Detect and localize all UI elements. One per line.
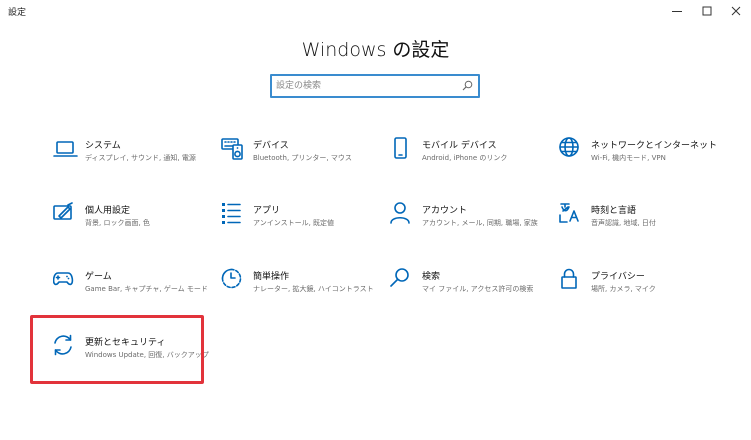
title-bar: 設定 xyxy=(0,0,751,22)
tile-description: ナレーター, 拡大鏡, ハイコントラスト xyxy=(253,285,374,293)
tile-personalization[interactable]: 個人用設定 背景, ロック画面, 色 xyxy=(53,202,233,258)
window-title: 設定 xyxy=(8,8,27,18)
tile-description: 音声認識, 地域, 日付 xyxy=(591,219,656,227)
tile-title: アカウント xyxy=(422,206,468,216)
tile-description: Wi-Fi, 機内モード, VPN xyxy=(591,154,666,162)
phone-icon xyxy=(394,137,407,159)
tile-description: ディスプレイ, サウンド, 通知, 電源 xyxy=(85,154,196,162)
tile-title: デバイス xyxy=(253,141,289,151)
personalization-icon xyxy=(53,202,73,220)
tile-privacy[interactable]: プライバシー 場所, カメラ, マイク xyxy=(559,268,739,324)
search-input[interactable] xyxy=(276,78,456,94)
tile-title: ネットワークとインターネット xyxy=(591,141,718,151)
tile-description: Bluetooth, プリンター, マウス xyxy=(253,154,352,162)
tile-description: Android, iPhone のリンク xyxy=(422,154,508,162)
settings-search-box[interactable] xyxy=(270,74,480,98)
person-icon xyxy=(390,202,410,224)
search-icon[interactable] xyxy=(462,80,473,91)
tile-title: システム xyxy=(85,141,121,151)
tile-network[interactable]: ネットワークとインターネット Wi-Fi, 機内モード, VPN xyxy=(559,137,739,193)
close-button[interactable] xyxy=(721,0,751,22)
tile-description: 背景, ロック画面, 色 xyxy=(85,219,150,227)
keyboard-speaker-icon xyxy=(221,138,243,160)
tile-time-language[interactable]: 時刻と言語 音声認識, 地域, 日付 xyxy=(559,202,739,258)
tile-mobile-devices[interactable]: モバイル デバイス Android, iPhone のリンク xyxy=(390,137,570,193)
minimize-icon xyxy=(672,11,682,12)
gamepad-icon xyxy=(53,272,74,286)
tile-title: 時刻と言語 xyxy=(591,206,637,216)
tile-devices[interactable]: デバイス Bluetooth, プリンター, マウス xyxy=(221,137,401,193)
globe-icon xyxy=(559,137,579,157)
tile-description: Game Bar, キャプチャ, ゲーム モード xyxy=(85,285,208,293)
time-language-icon xyxy=(559,203,579,223)
highlight-box xyxy=(30,315,204,384)
tile-description: アンインストール, 既定値 xyxy=(253,219,335,227)
maximize-icon xyxy=(702,6,712,16)
tile-description: 場所, カメラ, マイク xyxy=(591,285,656,293)
tile-title: プライバシー xyxy=(591,272,645,282)
tile-apps[interactable]: アプリ アンインストール, 既定値 xyxy=(221,202,401,258)
tile-description: アカウント, メール, 同期, 職場, 家族 xyxy=(422,219,538,227)
search-magnifier-icon xyxy=(390,268,409,287)
tile-system[interactable]: システム ディスプレイ, サウンド, 通知, 電源 xyxy=(53,137,233,193)
page-title: Windows の設定 xyxy=(301,39,450,61)
apps-list-icon xyxy=(222,203,241,224)
laptop-icon xyxy=(53,141,78,157)
tile-title: 個人用設定 xyxy=(85,206,131,216)
tile-title: モバイル デバイス xyxy=(422,141,497,151)
ease-of-access-icon xyxy=(221,268,242,289)
tile-search[interactable]: 検索 マイ ファイル, アクセス許可の検索 xyxy=(390,268,570,324)
close-icon xyxy=(731,6,741,16)
tile-title: アプリ xyxy=(253,206,281,216)
minimize-button[interactable] xyxy=(662,0,692,22)
tile-title: 検索 xyxy=(422,272,441,282)
lock-icon xyxy=(561,268,577,289)
tile-description: マイ ファイル, アクセス許可の検索 xyxy=(422,285,534,293)
tile-accounts[interactable]: アカウント アカウント, メール, 同期, 職場, 家族 xyxy=(390,202,570,258)
tile-ease-of-access[interactable]: 簡単操作 ナレーター, 拡大鏡, ハイコントラスト xyxy=(221,268,401,324)
maximize-button[interactable] xyxy=(692,0,722,22)
tile-title: ゲーム xyxy=(85,272,112,282)
tile-title: 簡単操作 xyxy=(253,272,290,282)
